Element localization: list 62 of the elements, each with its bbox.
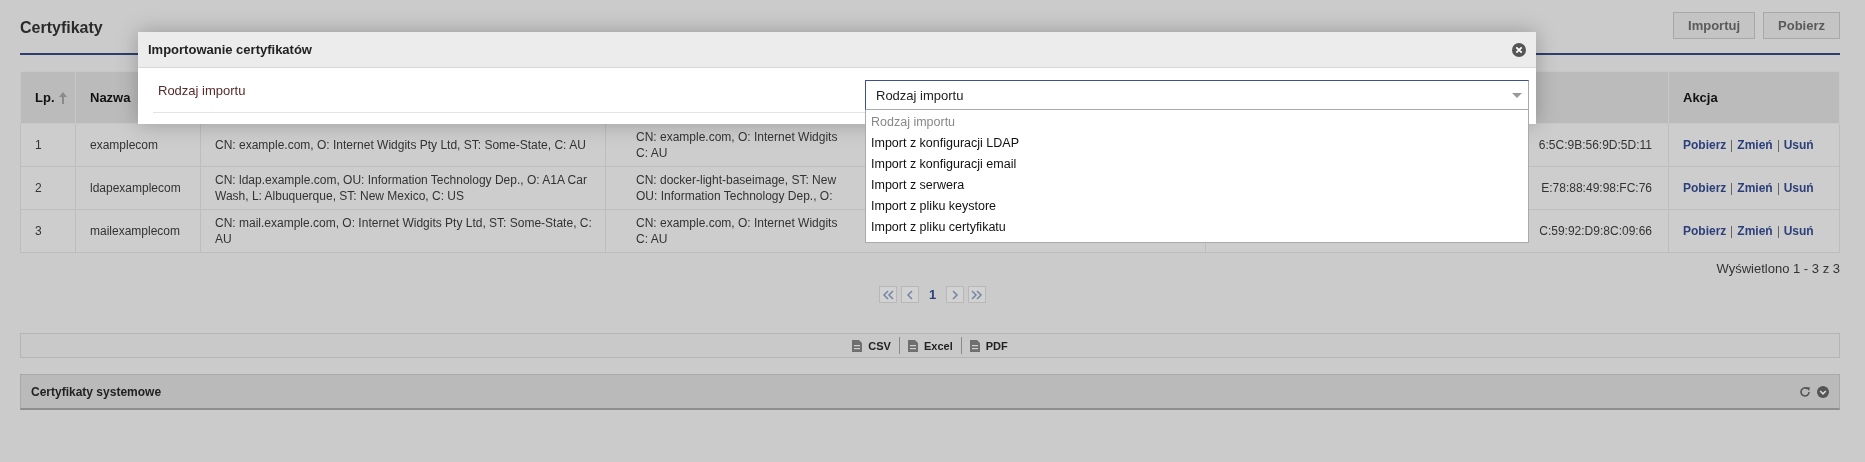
table-cell: CN: mail.example.com, O: Internet Widgits Pty Ltd, ST: Some-State, C: AU <box>215 216 592 246</box>
chevron-right-icon <box>951 289 960 300</box>
table-cell: 1 <box>35 138 42 152</box>
action-link[interactable]: Zmień <box>1737 138 1773 152</box>
action-link[interactable]: Pobierz <box>1683 138 1727 152</box>
table-cell: 2 <box>35 181 42 195</box>
column-header: Akcja <box>1668 71 1840 124</box>
table-cell: OU: Information Technology Dep., O: <box>636 188 833 204</box>
first-page-button[interactable] <box>878 286 897 303</box>
action-link[interactable]: Pobierz <box>1683 224 1727 238</box>
action-link[interactable]: Zmień <box>1737 224 1773 238</box>
dropdown-option[interactable]: Import z pliku keystore <box>866 196 1528 217</box>
table-cell: examplecom <box>90 138 159 152</box>
table-cell: CN: docker-light-baseimage, ST: New <box>636 172 837 188</box>
document-icon <box>852 339 863 352</box>
action-link[interactable]: Pobierz <box>1683 181 1727 195</box>
caret-icon <box>1512 92 1522 98</box>
table-cell: C: AU <box>636 145 668 161</box>
previous-page-button[interactable] <box>900 286 919 303</box>
document-icon <box>969 339 980 352</box>
export-button[interactable]: CSV <box>850 339 893 352</box>
dropdown-option: Rodzaj importu <box>866 112 1528 133</box>
page-button[interactable]: 1 <box>922 287 943 302</box>
chevron-left-icon <box>905 289 914 300</box>
action-link[interactable]: Usuń <box>1783 138 1814 152</box>
last-page-button[interactable] <box>968 286 987 303</box>
table-cell: CN: example.com, O: Internet Widgits <box>636 129 838 145</box>
panel-title[interactable]: Certyfikaty systemowe <box>31 384 162 399</box>
table-cell: CN: example.com, O: Internet Widgits Pty Ltd, ST: Some-State, C: AU <box>215 138 586 152</box>
header-button[interactable]: Importuj <box>1673 11 1756 39</box>
table-cell: C:59:92:D9:8C:09:66 <box>1539 224 1652 238</box>
double-chevron-left-icon <box>881 289 894 300</box>
sort-arrow-icon <box>58 91 67 104</box>
action-link[interactable]: Usuń <box>1783 224 1814 238</box>
close-icon[interactable] <box>1512 42 1526 57</box>
action-link[interactable]: Usuń <box>1783 181 1814 195</box>
export-button[interactable]: PDF <box>967 339 1010 352</box>
table-cell: 3 <box>35 224 42 238</box>
refresh-icon[interactable] <box>1799 385 1811 398</box>
dropdown-option[interactable]: Import z konfiguracji email <box>866 154 1528 175</box>
dropdown-option[interactable]: Import z pliku certyfikatu <box>866 217 1528 238</box>
header-button[interactable]: Pobierz <box>1763 11 1840 39</box>
column-header[interactable]: Lp. <box>20 71 76 124</box>
table-cell: E:78:88:49:98:FC:76 <box>1541 181 1652 195</box>
page-title: Certyfikaty <box>20 18 103 37</box>
double-chevron-right-icon <box>971 289 984 300</box>
export-button[interactable]: Excel <box>905 339 955 352</box>
document-icon <box>907 339 918 352</box>
record-count: Wyświetlono 1 - 3 z 3 <box>1716 261 1840 276</box>
action-link[interactable]: Zmień <box>1737 181 1773 195</box>
table-cell: 6:5C:9B:56:9D:5D:11 <box>1538 138 1652 152</box>
import-type-select[interactable]: Rodzaj importu <box>865 80 1529 110</box>
chevron-down-circle-icon[interactable] <box>1817 385 1829 398</box>
dropdown-option[interactable]: Import z serwera <box>866 175 1528 196</box>
table-cell: ldapexamplecom <box>90 181 181 195</box>
next-page-button[interactable] <box>946 286 965 303</box>
dropdown-option[interactable]: Import z konfiguracji LDAP <box>866 133 1528 154</box>
table-cell: CN: example.com, O: Internet Widgits <box>636 215 838 231</box>
table-cell: C: AU <box>636 231 668 247</box>
table-cell: CN: ldap.example.com, OU: Information Technology Dep., O: A1A Car Wash, L: Albuquerque, ST: New Mexico, C: US <box>215 173 587 203</box>
dialog-title: Importowanie certyfikatów <box>148 42 312 57</box>
table-cell: mailexamplecom <box>90 224 181 238</box>
